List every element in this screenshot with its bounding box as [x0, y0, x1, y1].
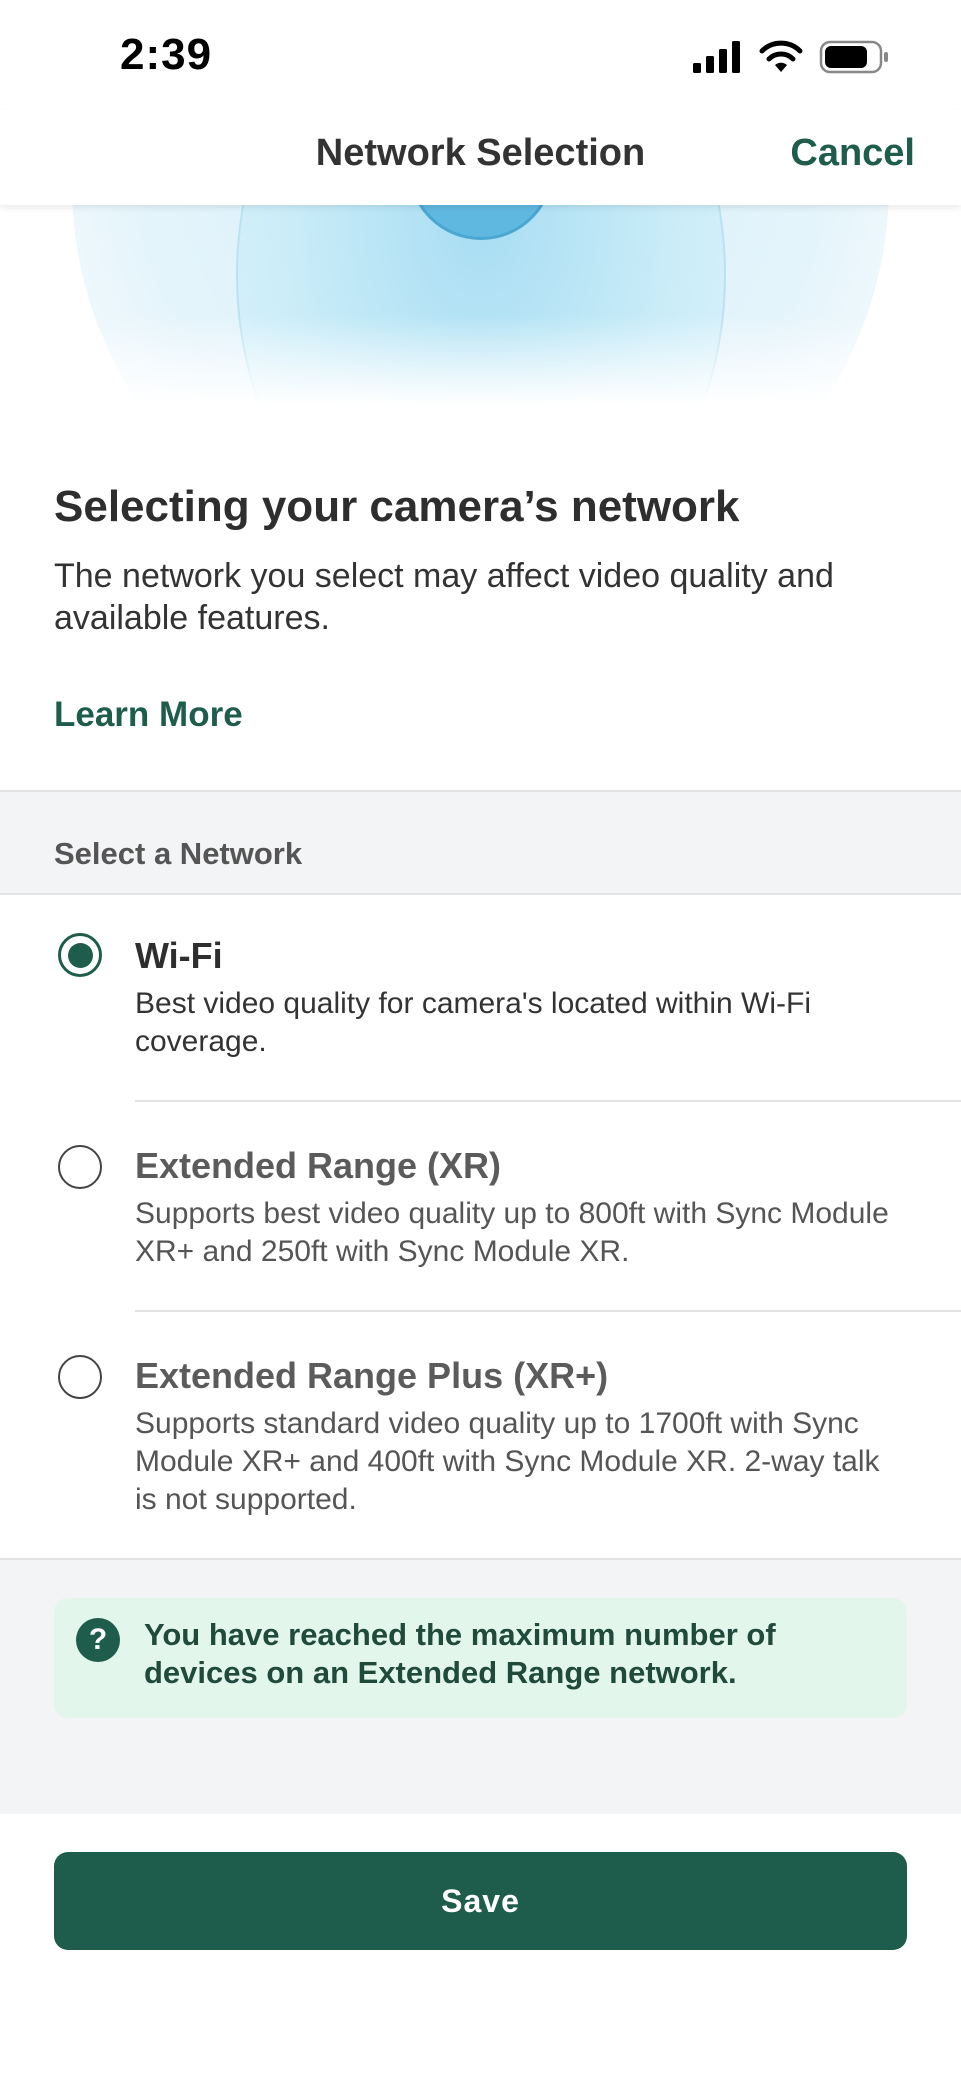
option-description: Supports best video quality up to 800ft …	[135, 1197, 889, 1268]
radio-unselected-icon[interactable]	[58, 1145, 102, 1189]
network-option-xr[interactable]: Extended Range (XR) Supports best video …	[0, 1102, 961, 1312]
section-header: Select a Network	[0, 790, 961, 895]
intro-description: The network you select may affect video …	[54, 557, 834, 637]
save-button[interactable]: Save	[54, 1852, 907, 1950]
battery-icon	[819, 40, 888, 74]
option-description: Supports standard video quality up to 17…	[135, 1407, 880, 1516]
radio-selected-icon[interactable]	[58, 933, 102, 977]
status-time: 2:39	[120, 30, 213, 79]
help-icon: ?	[76, 1618, 120, 1662]
info-message: You have reached the maximum number of d…	[144, 1617, 776, 1690]
learn-more-link[interactable]: Learn More	[54, 695, 243, 735]
wifi-icon	[759, 40, 803, 72]
status-icons	[693, 40, 891, 74]
radio-unselected-icon[interactable]	[58, 1355, 102, 1399]
intro-title: Selecting your camera’s network	[54, 482, 740, 531]
network-option-xr-plus[interactable]: Extended Range Plus (XR+) Supports stand…	[0, 1312, 961, 1558]
network-option-wifi[interactable]: Wi-Fi Best video quality for camera's lo…	[0, 895, 961, 1102]
network-options: Wi-Fi Best video quality for camera's lo…	[0, 895, 961, 1558]
option-description: Best video quality for camera's located …	[135, 987, 811, 1058]
status-bar: 2:39	[0, 0, 961, 110]
option-title: Extended Range Plus (XR+)	[135, 1355, 609, 1396]
illustration-fade	[0, 315, 961, 405]
section-label: Select a Network	[54, 836, 303, 871]
network-range-illustration	[0, 205, 961, 405]
info-message-box: ? You have reached the maximum number of…	[54, 1598, 907, 1718]
option-title: Extended Range (XR)	[135, 1145, 502, 1186]
signal-icon	[693, 41, 740, 73]
info-area: ? You have reached the maximum number of…	[0, 1558, 961, 1814]
cancel-button[interactable]: Cancel	[790, 132, 915, 175]
option-title: Wi-Fi	[135, 935, 223, 976]
nav-bar: Network Selection Cancel	[0, 110, 961, 205]
network-selection-screen: 2:39 Network Selection Cancel Selecting …	[0, 0, 961, 2080]
